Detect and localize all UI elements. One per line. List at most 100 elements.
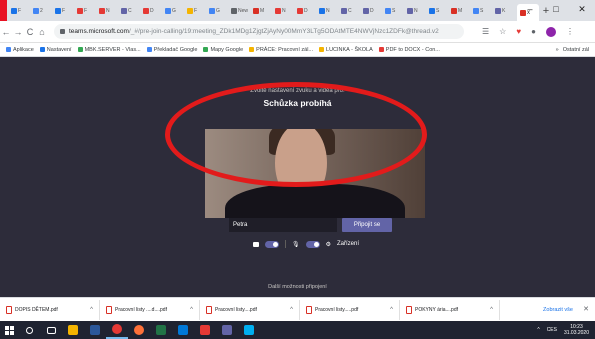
clock[interactable]: 10:23 31.03.2020	[564, 324, 589, 336]
microphone-toggle[interactable]	[305, 240, 320, 248]
taskbar-media-button[interactable]	[194, 321, 216, 339]
browser-tab[interactable]: C	[341, 3, 363, 18]
other-bookmarks-folder[interactable]: Ostatní zál	[563, 47, 589, 53]
browser-tab[interactable]: M	[253, 3, 275, 18]
browser-tab[interactable]: S	[429, 3, 451, 18]
start-button[interactable]	[0, 321, 18, 339]
language-indicator[interactable]: CES	[547, 327, 557, 333]
taskbar-firefox-button[interactable]	[128, 321, 150, 339]
browser-tab[interactable]: 2	[33, 3, 55, 18]
browser-tab[interactable]: N	[407, 3, 429, 18]
task-view-icon	[46, 326, 56, 334]
more-icon[interactable]: ⋮	[566, 27, 574, 36]
reload-button[interactable]: C	[24, 27, 36, 37]
maximize-button[interactable]: □	[543, 0, 569, 21]
extension-icon[interactable]: ●	[531, 27, 536, 36]
download-item[interactable]: Pracovní listy.....pdf ^	[306, 299, 400, 320]
taskbar-skype-button[interactable]	[238, 321, 260, 339]
bookmark-item[interactable]: LUCINKA - ŠKOLA	[319, 47, 373, 53]
extension-icon[interactable]: ♥	[516, 27, 521, 36]
taskbar-explorer-button[interactable]	[62, 321, 84, 339]
paint-icon	[222, 325, 232, 335]
taskbar-photos-button[interactable]	[172, 321, 194, 339]
tab-label: S	[480, 7, 484, 14]
browser-tab[interactable]: G	[209, 3, 231, 18]
browser-tab[interactable]: D	[363, 3, 385, 18]
download-item[interactable]: Pracovní listy....pdf ^	[206, 299, 300, 320]
browser-tab[interactable]: F	[187, 3, 209, 18]
browser-tab[interactable]: M	[451, 3, 473, 18]
bookmark-item[interactable]: Překladač Google	[146, 47, 197, 53]
browser-tab[interactable]: D	[143, 3, 165, 18]
browser-tab[interactable]: G	[165, 3, 187, 18]
prejoin-subtitle: Zvolte nastavení zvuku a videa pro:	[250, 88, 345, 94]
bookmarks-overflow-button[interactable]: »	[556, 47, 559, 53]
download-item[interactable]: Pracovní listy ....d....pdf ^	[106, 299, 200, 320]
download-filename: POKYNY ária....pdf	[415, 306, 458, 313]
bookmark-icon	[146, 47, 152, 52]
browser-tab-strip: F 2 F F N C D G F G New M N D N C D S N S M S K x + – □ ✕	[0, 0, 595, 21]
profile-avatar[interactable]	[545, 26, 556, 37]
show-all-downloads-button[interactable]: Zobrazit vše	[543, 298, 573, 322]
close-downloads-icon[interactable]: ✕	[583, 298, 589, 322]
taskbar-search-button[interactable]	[18, 321, 40, 339]
bookmark-item[interactable]: Nastavení	[39, 47, 72, 53]
tab-favicon	[385, 7, 391, 14]
chevron-up-icon[interactable]: ^	[490, 307, 493, 313]
tab-label: K	[502, 7, 506, 14]
more-join-options-link[interactable]: Další možnosti připojení	[0, 284, 595, 290]
lock-icon	[60, 29, 65, 34]
devices-button[interactable]: Zařízení	[337, 241, 359, 247]
home-button[interactable]: ⌂	[36, 27, 48, 37]
taskbar-task-view-button[interactable]	[40, 321, 62, 339]
bookmark-item[interactable]: Aplikace	[6, 47, 34, 53]
word-icon	[90, 325, 100, 335]
back-button[interactable]: ←	[0, 27, 12, 37]
browser-tab[interactable]: New	[231, 3, 253, 18]
chevron-up-icon[interactable]: ^	[190, 307, 193, 313]
camera-toggle[interactable]	[265, 240, 279, 248]
download-item[interactable]: DOPIS DĚTEM.pdf ^	[6, 299, 100, 320]
bookmark-item[interactable]: Mapy Google	[203, 47, 243, 53]
windows-taskbar: ^ CES 10:23 31.03.2020	[0, 321, 595, 339]
browser-tab[interactable]: S	[473, 3, 495, 18]
chevron-up-icon[interactable]: ^	[290, 307, 293, 313]
download-item[interactable]: POKYNY ária....pdf ^	[406, 299, 500, 320]
tray-up-arrow-icon[interactable]: ^	[537, 327, 539, 333]
chevron-up-icon[interactable]: ^	[90, 307, 93, 313]
browser-tab[interactable]: D	[297, 3, 319, 18]
browser-tab[interactable]: N	[275, 3, 297, 18]
taskbar-chrome-button[interactable]	[106, 321, 128, 339]
minimize-button[interactable]: –	[517, 0, 543, 21]
pdf-file-icon	[406, 305, 412, 314]
browser-tab[interactable]: K	[495, 3, 517, 18]
bookmark-icon	[249, 47, 255, 52]
bookmarks-bar: Aplikace Nastavení MBK.SERVER - Vlas... Pře…	[0, 43, 595, 57]
tab-label: F	[62, 7, 66, 14]
browser-tab[interactable]: S	[385, 3, 407, 18]
tab-label: F	[18, 7, 22, 14]
address-bar[interactable]: teams.microsoft.com /_#/pre-join-calling…	[54, 24, 464, 39]
browser-tab[interactable]: C	[121, 3, 143, 18]
bookmark-item[interactable]: PDF to DOCX - Con...	[378, 47, 440, 53]
taskbar-excel-button[interactable]	[150, 321, 172, 339]
name-field[interactable]	[229, 218, 337, 232]
taskbar-paint-button[interactable]	[216, 321, 238, 339]
teams-prejoin: Zvolte nastavení zvuku a videa pro: Schů…	[0, 57, 595, 297]
browser-tab[interactable]: F	[77, 3, 99, 18]
browser-tab[interactable]: N	[319, 3, 341, 18]
tab-favicon	[451, 7, 457, 14]
gear-icon[interactable]: ⚙	[326, 241, 331, 248]
browser-tab[interactable]: N	[99, 3, 121, 18]
browser-tab[interactable]: F	[55, 3, 77, 18]
join-button[interactable]: Připojit se	[342, 218, 392, 232]
taskbar-word-button[interactable]	[84, 321, 106, 339]
bookmark-star-icon[interactable]: ☆	[499, 27, 506, 36]
close-window-button[interactable]: ✕	[569, 0, 595, 21]
browser-tab[interactable]: F	[11, 3, 33, 18]
forward-button[interactable]: →	[12, 27, 24, 37]
bookmark-item[interactable]: MBK.SERVER - Vlas...	[77, 47, 141, 53]
bookmark-item[interactable]: PRÁCE: Pracovní zál...	[249, 47, 313, 53]
menu-icon[interactable]: ☰	[482, 27, 489, 36]
chevron-up-icon[interactable]: ^	[390, 307, 393, 313]
